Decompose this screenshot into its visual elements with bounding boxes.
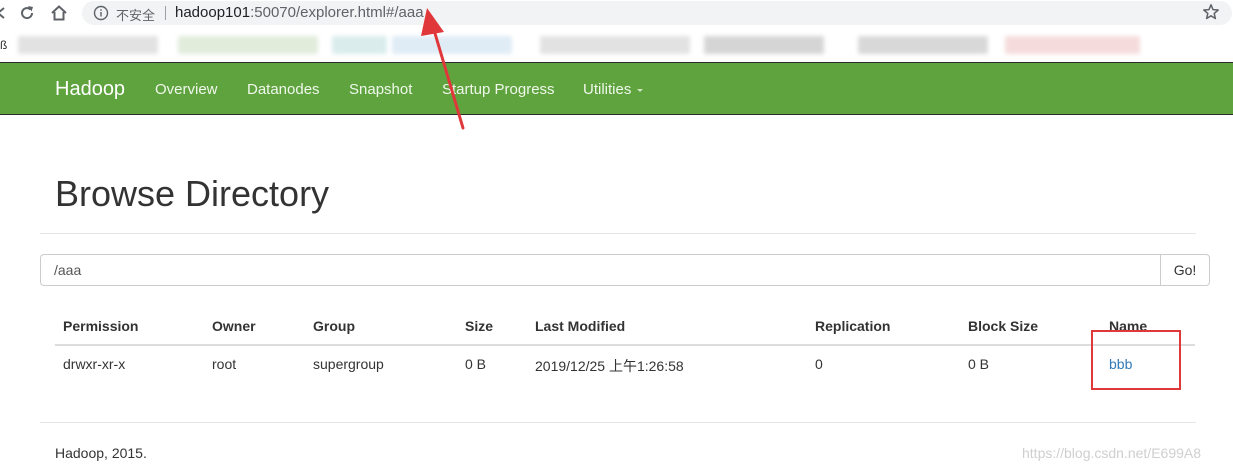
directory-path-input[interactable] (40, 254, 1160, 286)
blurred-bookmark[interactable] (18, 36, 158, 54)
star-icon[interactable] (1202, 3, 1220, 26)
nav-startup-progress[interactable]: Startup Progress (442, 81, 555, 98)
annotation-highlight-box (1091, 330, 1181, 390)
nav-overview[interactable]: Overview (155, 81, 218, 98)
bookmarks-bar: ß (0, 28, 1233, 62)
security-label: 不安全 (116, 9, 156, 24)
cell-replication: 0 (815, 356, 823, 372)
blurred-bookmark[interactable] (332, 36, 387, 54)
cell-block-size: 0 B (968, 356, 990, 372)
column-header-block-size[interactable]: Block Size (968, 318, 1038, 334)
hadoop-navbar: Hadoop Overview Datanodes Snapshot Start… (0, 62, 1233, 115)
page-title: Browse Directory (55, 173, 330, 214)
title-divider (40, 233, 1196, 234)
info-icon[interactable] (93, 5, 109, 26)
navbar-brand[interactable]: Hadoop (55, 78, 125, 101)
column-header-replication[interactable]: Replication (815, 318, 890, 334)
column-header-size[interactable]: Size (465, 318, 493, 334)
column-header-owner[interactable]: Owner (212, 318, 256, 334)
column-header-last-modified[interactable]: Last Modified (535, 318, 625, 334)
blurred-bookmark[interactable] (178, 36, 318, 54)
cell-group: supergroup (313, 356, 384, 372)
nav-datanodes[interactable]: Datanodes (247, 81, 320, 98)
address-divider (165, 6, 166, 20)
footer-text: Hadoop, 2015. (55, 445, 147, 461)
cell-permission: drwxr-xr-x (63, 356, 126, 372)
back-arrow-icon[interactable] (0, 3, 11, 23)
url-host: hadoop101 (175, 4, 251, 21)
blurred-bookmark[interactable] (392, 36, 512, 54)
browser-chrome: 不安全 hadoop101:50070/explorer.html#/aaa ß (0, 0, 1233, 62)
watermark-text: https://blog.csdn.net/E699A8 (1022, 445, 1202, 461)
cell-size: 0 B (465, 356, 487, 372)
reload-icon[interactable] (17, 3, 37, 23)
caret-down-icon (637, 88, 644, 92)
nav-utilities[interactable]: Utilities (583, 81, 644, 98)
blurred-bookmark[interactable] (858, 36, 988, 54)
table-header-divider (55, 344, 1195, 346)
bookmark-edge-glyph: ß (0, 38, 8, 52)
cell-owner: root (212, 356, 237, 372)
nav-snapshot[interactable]: Snapshot (349, 81, 412, 98)
home-icon[interactable] (49, 3, 69, 23)
nav-utilities-label: Utilities (583, 81, 632, 98)
blurred-bookmark[interactable] (540, 36, 690, 54)
blurred-bookmark[interactable] (1005, 36, 1140, 54)
blurred-bookmark[interactable] (704, 36, 824, 54)
column-header-group[interactable]: Group (313, 318, 355, 334)
cell-last-modified: 2019/12/25 上午1:26:58 (535, 358, 684, 374)
go-button[interactable]: Go! (1160, 254, 1210, 286)
address-bar[interactable]: 不安全 hadoop101:50070/explorer.html#/aaa (82, 1, 1232, 25)
url-text[interactable]: hadoop101:50070/explorer.html#/aaa (175, 4, 424, 21)
column-header-permission[interactable]: Permission (63, 318, 138, 334)
footer-divider (40, 422, 1196, 423)
url-path: :50070/explorer.html#/aaa (250, 4, 424, 21)
